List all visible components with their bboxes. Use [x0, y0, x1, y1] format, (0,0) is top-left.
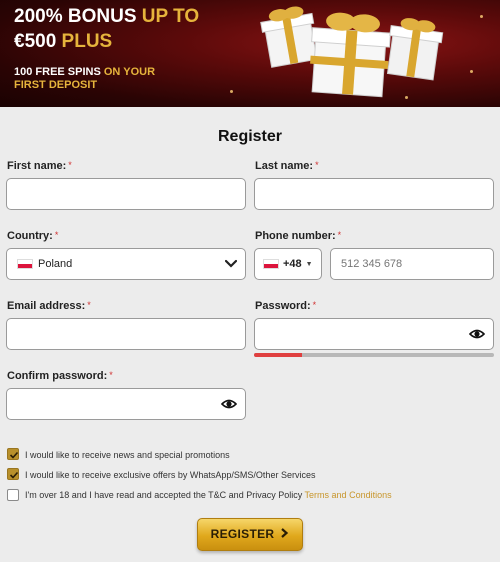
last-name-label-text: Last name:	[255, 160, 314, 172]
gift-boxes-image	[260, 6, 444, 98]
phone-code-value: +48 ▼	[263, 258, 313, 270]
required-marker: *	[337, 230, 342, 240]
register-button-label: REGISTER	[210, 527, 275, 541]
first-name-label: First name: *	[7, 160, 72, 172]
poland-flag-icon	[17, 259, 33, 270]
form-title: Register	[217, 128, 283, 145]
email-input[interactable]	[7, 319, 245, 349]
bonus-amount: €500 PLUS	[14, 31, 112, 53]
sparkle	[230, 90, 233, 93]
required-marker: *	[87, 300, 91, 310]
confirm-password-label-text: Confirm password:	[7, 370, 108, 382]
news-promotions-checkbox[interactable]	[7, 448, 19, 460]
first-deposit-text: FIRST DEPOSIT	[14, 79, 98, 91]
eye-icon[interactable]	[221, 397, 237, 411]
phone-code-text: +48	[283, 258, 302, 271]
password-label-text: Password:	[255, 300, 311, 312]
caret-down-icon: ▼	[305, 260, 313, 268]
exclusive-offers-checkbox[interactable]	[7, 468, 19, 480]
last-name-input[interactable]	[255, 179, 493, 209]
phone-label-text: Phone number:	[255, 230, 336, 242]
country-label-text: Country:	[7, 230, 53, 242]
required-marker: *	[54, 230, 59, 240]
check-icon	[9, 451, 19, 459]
email-field[interactable]	[6, 318, 246, 350]
country-value-text: Poland	[38, 258, 73, 271]
country-value: Poland	[17, 258, 72, 270]
first-name-field[interactable]	[6, 178, 246, 210]
password-input[interactable]	[255, 319, 493, 349]
confirm-password-input[interactable]	[7, 389, 245, 419]
phone-field[interactable]	[330, 248, 494, 280]
last-name-label: Last name: *	[255, 160, 319, 172]
poland-flag-icon	[263, 259, 279, 270]
country-label: Country: *	[7, 230, 58, 242]
register-button[interactable]: REGISTER	[197, 518, 303, 551]
sparkle	[480, 15, 483, 18]
free-spins-text: 100 FREE SPINS ON YOUR	[14, 66, 155, 78]
password-strength-bar	[254, 353, 494, 357]
age-terms-checkbox[interactable]	[7, 489, 19, 501]
bonus-highlight: UP TO	[141, 6, 200, 27]
phone-input[interactable]	[331, 249, 493, 279]
first-name-input[interactable]	[7, 179, 245, 209]
eye-icon[interactable]	[469, 327, 485, 341]
chevron-right-icon	[281, 528, 289, 538]
password-field[interactable]	[254, 318, 494, 350]
phone-label: Phone number: *	[255, 230, 341, 242]
bonus-text: 200% BONUS	[14, 6, 142, 27]
amount-text: €500	[14, 31, 62, 52]
amount-highlight: PLUS	[61, 31, 113, 52]
bonus-headline: 200% BONUS UP TO	[14, 6, 199, 28]
last-name-field[interactable]	[254, 178, 494, 210]
phone-country-code-select[interactable]: +48 ▼	[254, 248, 322, 280]
sparkle	[470, 70, 473, 73]
check-icon	[9, 471, 19, 479]
country-select[interactable]: Poland	[6, 248, 246, 280]
first-name-label-text: First name:	[7, 160, 67, 172]
required-marker: *	[68, 160, 72, 170]
required-marker: *	[312, 300, 317, 310]
age-terms-label: I'm over 18 and I have read and accepted…	[25, 490, 392, 500]
required-marker: *	[315, 160, 319, 170]
chevron-down-icon	[225, 259, 237, 268]
exclusive-offers-label: I would like to receive exclusive offers…	[25, 470, 316, 480]
required-marker: *	[109, 370, 113, 380]
email-label-text: Email address:	[7, 300, 86, 312]
password-strength-fill	[254, 353, 302, 357]
confirm-password-field[interactable]	[6, 388, 246, 420]
promo-banner: 200% BONUS UP TO €500 PLUS 100 FREE SPIN…	[0, 0, 500, 107]
news-promotions-label: I would like to receive news and special…	[25, 450, 230, 460]
password-label: Password: *	[255, 300, 316, 312]
terms-link[interactable]: Terms and Conditions	[305, 490, 392, 500]
age-terms-text: I'm over 18 and I have read and accepted…	[25, 490, 305, 500]
confirm-password-label: Confirm password: *	[7, 370, 113, 382]
spins-highlight: ON YOUR	[103, 66, 156, 78]
email-label: Email address: *	[7, 300, 91, 312]
spins-text: 100 FREE SPINS	[14, 66, 104, 78]
